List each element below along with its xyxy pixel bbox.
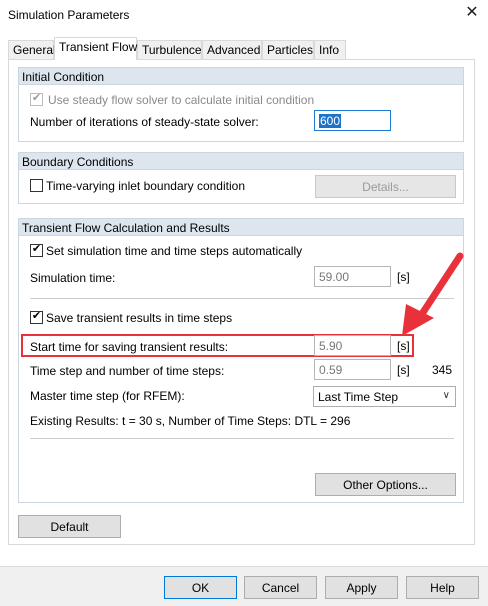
iterations-input[interactable]: 600 (314, 110, 391, 131)
tab-turbulence[interactable]: Turbulence (137, 40, 202, 59)
iterations-label: Number of iterations of steady-state sol… (30, 115, 259, 129)
time-varying-checkbox[interactable] (30, 179, 43, 192)
time-varying-label: Time-varying inlet boundary condition (46, 179, 245, 193)
transient-header: Transient Flow Calculation and Results (19, 219, 463, 236)
tab-transient-flow[interactable]: Transient Flow (54, 37, 137, 60)
time-step-input[interactable]: 0.59 (314, 359, 391, 380)
apply-button[interactable]: Apply (325, 576, 398, 599)
details-button[interactable]: Details... (315, 175, 456, 198)
other-options-button[interactable]: Other Options... (315, 473, 456, 496)
use-steady-label: Use steady flow solver to calculate init… (48, 93, 315, 107)
window-title: Simulation Parameters (8, 8, 130, 22)
tab-particles[interactable]: Particles (262, 40, 314, 59)
time-step-label: Time step and number of time steps: (30, 364, 225, 378)
master-step-value: Last Time Step (318, 390, 399, 404)
cancel-button[interactable]: Cancel (244, 576, 317, 599)
start-time-label: Start time for saving transient results: (30, 340, 229, 354)
start-time-input[interactable]: 5.90 (314, 335, 391, 356)
save-results-checkbox[interactable]: ✔ (30, 310, 43, 324)
save-results-label: Save transient results in time steps (46, 311, 233, 325)
num-time-steps: 345 (432, 363, 453, 377)
default-button[interactable]: Default (18, 515, 121, 538)
close-icon[interactable]: ✕ (462, 4, 482, 24)
existing-results-text: Existing Results: t = 30 s, Number of Ti… (30, 414, 351, 428)
initial-condition-header: Initial Condition (19, 68, 463, 85)
auto-time-label: Set simulation time and time steps autom… (46, 244, 303, 258)
master-step-select[interactable]: Last Time Step ∨ (313, 386, 456, 407)
tab-info[interactable]: Info (314, 40, 346, 59)
tab-advanced[interactable]: Advanced (202, 40, 262, 59)
sim-time-input[interactable]: 59.00 (314, 266, 391, 287)
start-time-unit: [s] (397, 339, 410, 353)
ok-button[interactable]: OK (164, 576, 237, 599)
use-steady-checkbox[interactable]: ✔ (30, 92, 43, 106)
help-button[interactable]: Help (406, 576, 479, 599)
auto-time-checkbox[interactable]: ✔ (30, 243, 43, 257)
sim-time-label: Simulation time: (30, 271, 116, 285)
time-step-unit: [s] (397, 363, 410, 377)
boundary-conditions-header: Boundary Conditions (19, 153, 463, 170)
annotation-arrow-icon (402, 252, 464, 336)
chevron-down-icon: ∨ (442, 390, 450, 401)
separator (30, 438, 454, 439)
tab-general[interactable]: General (8, 40, 56, 59)
master-step-label: Master time step (for RFEM): (30, 389, 185, 403)
